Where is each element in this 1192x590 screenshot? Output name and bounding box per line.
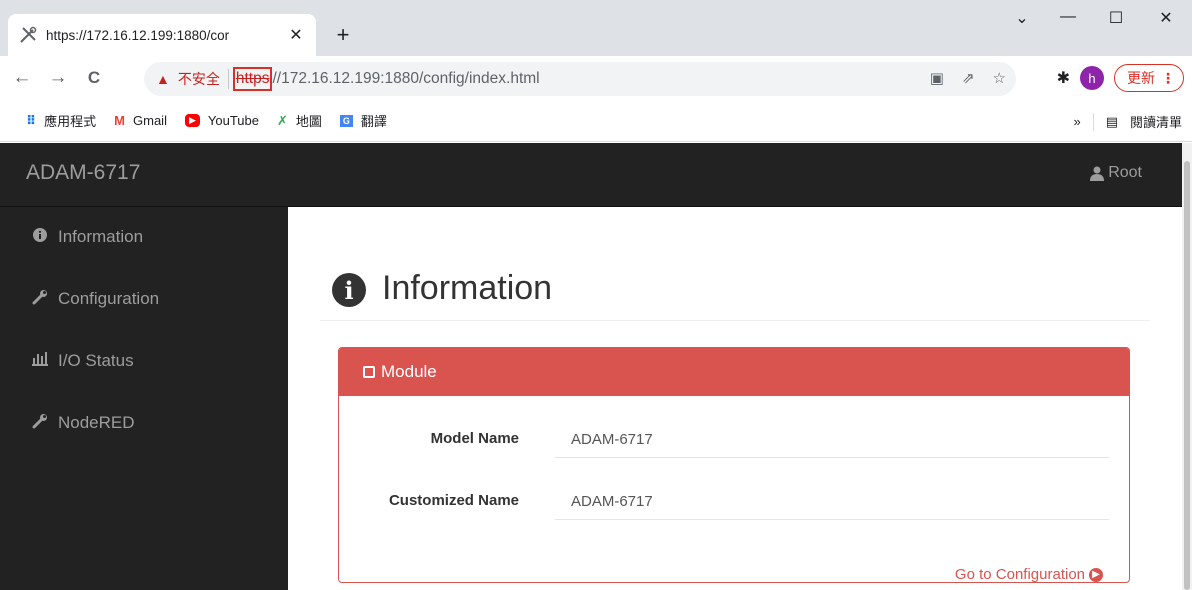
url-scheme: https [232,67,273,91]
url-text: //172.16.12.199:1880/config/index.html [272,70,540,87]
bookmark-translate[interactable]: G 翻譯 [339,111,387,130]
user-menu[interactable]: Root [1090,164,1142,182]
model-name-value: ADAM-6717 [555,420,1109,458]
page-header: i Information [320,269,1150,321]
brand-title[interactable]: ADAM-6717 [26,161,140,185]
translate-icon: G [339,114,353,127]
youtube-icon: ▶ [184,114,200,127]
apps-icon: ⠿ [26,112,37,128]
bookmark-star-icon[interactable]: ☆ [993,69,1006,87]
field-label: Customized Name [388,492,519,509]
square-icon [363,366,375,378]
arrow-circle-right-icon: ▶ [1089,567,1103,582]
browser-tab[interactable]: https://172.16.12.199:1880/cor ✕ [8,14,316,56]
bookmark-gmail[interactable]: M Gmail [114,113,167,128]
bookmark-label: 翻譯 [360,114,387,129]
tools-icon [18,25,38,45]
maps-icon: ✗ [276,112,288,128]
minimize-icon[interactable]: — [1048,8,1088,26]
warning-triangle-icon: ▲ [156,71,170,87]
sidebar: Information Configuration I/O Status Nod… [0,207,288,590]
customized-name-value: ADAM-6717 [555,482,1109,520]
link-label: Go to Configuration [954,566,1085,583]
user-icon [1090,166,1105,181]
bookmark-label: YouTube [207,113,259,128]
new-tab-button[interactable]: + [330,22,356,48]
sidebar-item-information[interactable]: Information [30,227,143,247]
extensions-icon[interactable]: ✱ [1057,68,1070,88]
divider [1092,112,1094,131]
bookmarks-more-icon[interactable]: » [1073,114,1080,129]
sidebar-item-io-status[interactable]: I/O Status [30,351,134,371]
address-bar[interactable]: ▲ 不安全 https //172.16.12.199:1880/config/… [144,62,1016,96]
sidebar-item-label: NodeRED [58,413,135,432]
bookmark-label: 應用程式 [44,114,97,129]
sidebar-item-nodered[interactable]: NodeRED [30,413,135,433]
bookmark-maps[interactable]: ✗ 地圖 [277,111,322,130]
reading-list-label[interactable]: 閱讀清單 [1130,112,1182,131]
tab-title: https://172.16.12.199:1880/cor [46,27,230,43]
bookmark-apps[interactable]: ⠿ 應用程式 [26,111,96,130]
profile-avatar[interactable]: h [1080,66,1104,90]
reload-icon[interactable]: C [80,68,108,88]
browser-tabstrip: https://172.16.12.199:1880/cor ✕ + ⌄ — ☐… [0,0,1192,56]
back-icon[interactable]: ← [8,67,36,89]
forward-icon[interactable]: → [44,67,72,89]
menu-dots-icon: ⋮ [1161,69,1175,86]
page-scrollbar[interactable] [1182,143,1192,590]
bookmark-youtube[interactable]: ▶ YouTube [184,113,259,128]
window-close-icon[interactable]: ✕ [1146,8,1186,28]
bookmark-label: Gmail [133,113,167,128]
page-title: Information [382,269,553,307]
security-warning[interactable]: 不安全 [178,69,220,89]
sidebar-item-label: Information [58,227,144,246]
reading-list-icon[interactable]: ▤ [1106,114,1118,130]
divider [227,69,229,89]
update-button[interactable]: 更新 ⋮ [1114,64,1184,92]
info-circle-icon: i [332,273,366,307]
sidebar-item-configuration[interactable]: Configuration [30,289,159,309]
maximize-icon[interactable]: ☐ [1096,8,1136,28]
tab-close-icon[interactable]: ✕ [286,25,306,45]
gmail-icon: M [114,113,126,128]
tab-search-icon[interactable]: ⌄ [1002,8,1042,28]
share-icon[interactable]: ⇗ [962,69,975,87]
update-label: 更新 [1127,70,1155,86]
module-panel: Module Model Name ADAM-6717 Customized N… [338,347,1130,583]
wrench-icon [30,413,50,433]
info-circle-icon [30,228,50,246]
user-name: Root [1108,164,1142,181]
translate-page-icon[interactable]: ▣ [930,69,944,87]
panel-heading: Module [339,348,1129,396]
sidebar-item-label: Configuration [58,289,160,308]
panel-title: Module [381,362,437,381]
top-navbar: ADAM-6717 Root [0,143,1182,207]
go-to-configuration-link[interactable]: Go to Configuration ▶ [955,566,1103,583]
bookmark-label: 地圖 [295,114,322,129]
sidebar-item-label: I/O Status [58,351,134,370]
field-row-model-name: Model Name ADAM-6717 [339,420,1129,460]
field-label: Model Name [430,430,519,447]
scrollbar-thumb[interactable] [1184,161,1190,590]
web-page: ADAM-6717 Root Information Configuration… [0,143,1182,590]
bar-chart-icon [30,352,50,370]
browser-toolbar: ← → C ▲ 不安全 https //172.16.12.199:1880/c… [0,56,1192,100]
bookmarks-bar: ⠿ 應用程式 M Gmail ▶ YouTube ✗ 地圖 G 翻譯 » ▤ 閱… [0,100,1192,142]
wrench-icon [30,289,50,309]
main-content: i Information Module Model Name ADAM-671… [288,207,1182,590]
field-row-customized-name: Customized Name ADAM-6717 [339,482,1129,522]
